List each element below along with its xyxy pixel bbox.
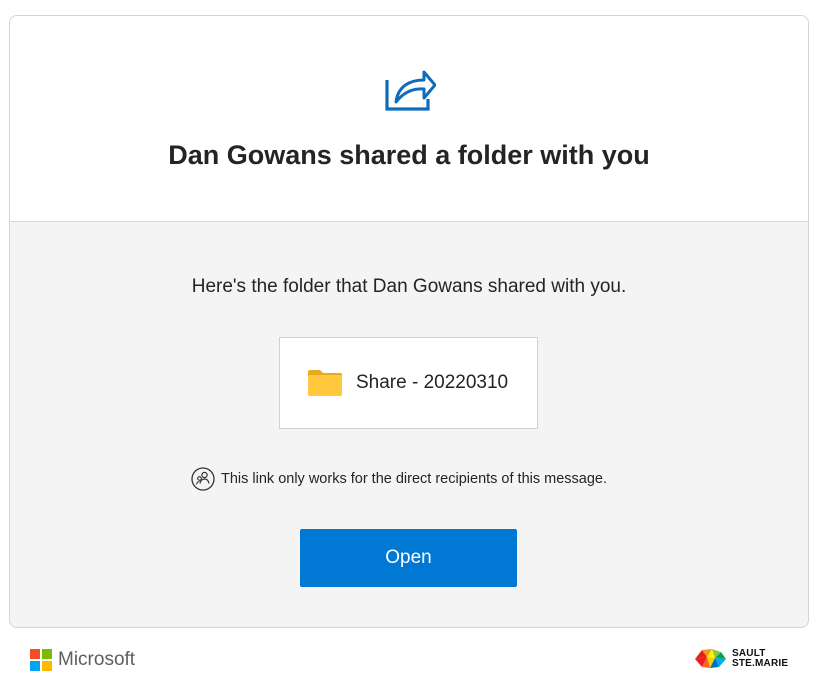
microsoft-wordmark: Microsoft <box>58 649 136 670</box>
sault-ste-marie-logo: SAULT STE.MARIE <box>693 647 788 671</box>
folder-name: Share - 20220310 <box>356 372 509 393</box>
sault-ste-marie-mark-icon <box>695 649 726 668</box>
people-icon <box>191 467 215 491</box>
sault-ste-marie-wordmark: SAULT STE.MARIE <box>732 649 788 669</box>
share-notification-card: Dan Gowans shared a folder with you Here… <box>9 15 809 628</box>
folder-icon <box>308 370 342 396</box>
notice-text: This link only works for the direct reci… <box>221 471 608 487</box>
logo-line-2: STE.MARIE <box>732 658 789 669</box>
open-button[interactable]: Open <box>300 529 517 587</box>
microsoft-logo: Microsoft <box>30 649 135 671</box>
recipient-notice: This link only works for the direct reci… <box>191 466 607 492</box>
microsoft-squares-icon <box>30 649 52 671</box>
share-icon <box>385 70 436 111</box>
shared-folder-link[interactable]: Share - 20220310 <box>279 337 538 429</box>
card-header: Dan Gowans shared a folder with you <box>10 16 808 222</box>
page-title: Dan Gowans shared a folder with you <box>168 140 650 170</box>
share-message: Here's the folder that Dan Gowans shared… <box>191 276 627 297</box>
